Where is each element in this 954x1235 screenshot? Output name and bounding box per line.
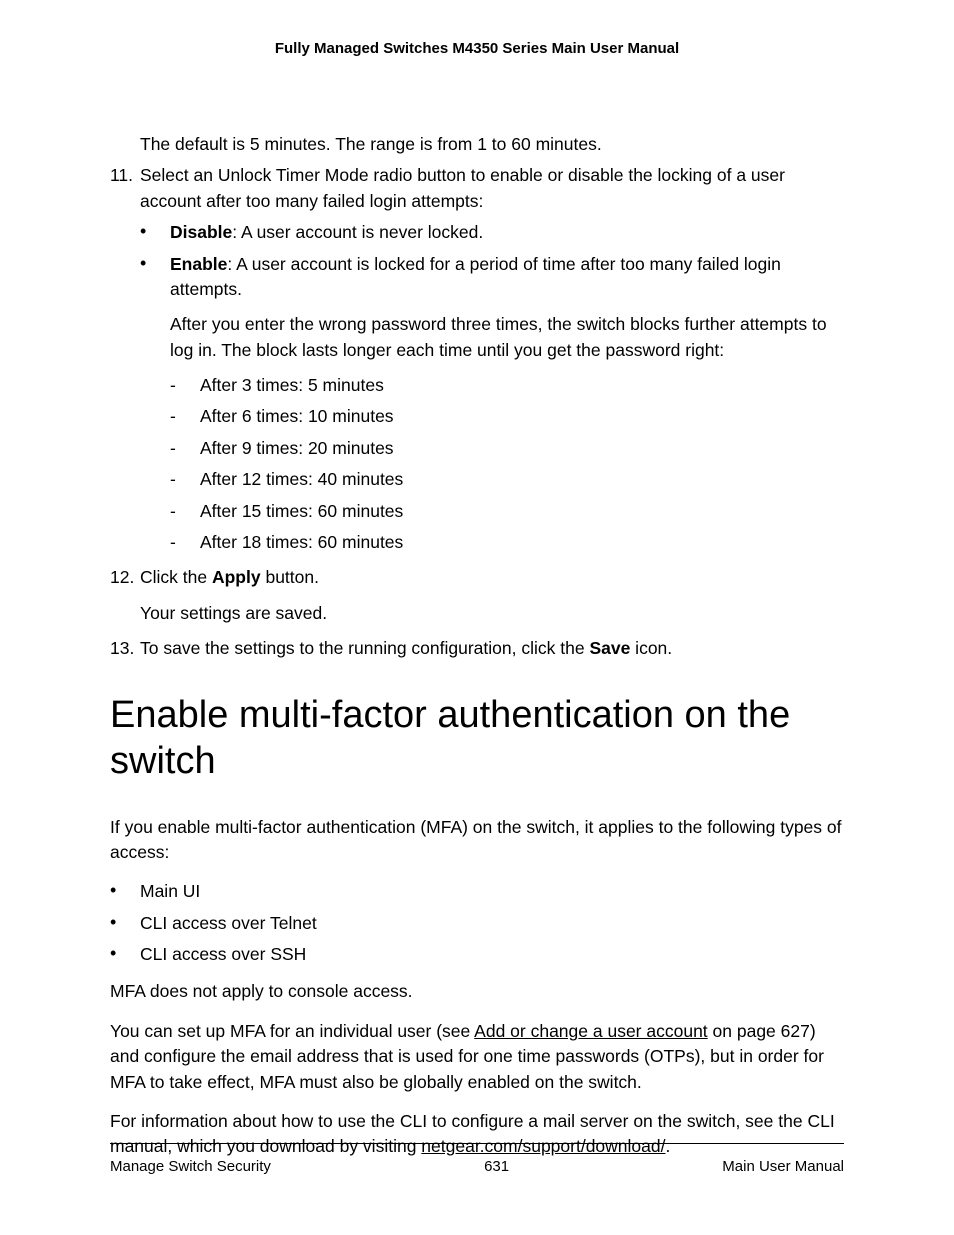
dash-text: After 15 times: 60 minutes (200, 499, 844, 524)
bullet-icon: • (140, 220, 170, 245)
step-11: 11. Select an Unlock Timer Mode radio bu… (110, 163, 844, 214)
page-header-title: Fully Managed Switches M4350 Series Main… (110, 40, 844, 57)
disable-text: : A user account is never locked. (232, 222, 483, 242)
dash-icon: - (170, 373, 200, 398)
body-content: The default is 5 minutes. The range is f… (110, 132, 844, 1160)
dash-item: - After 6 times: 10 minutes (170, 404, 844, 429)
dash-icon: - (170, 467, 200, 492)
enable-label: Enable (170, 254, 227, 274)
footer-left: Manage Switch Security (110, 1158, 271, 1175)
mfa-bullet: • Main UI (110, 879, 844, 904)
dash-text: After 3 times: 5 minutes (200, 373, 844, 398)
bullet-enable: • Enable: A user account is locked for a… (140, 252, 844, 303)
disable-label: Disable (170, 222, 232, 242)
bullet-icon: • (110, 911, 140, 936)
dash-text: After 6 times: 10 minutes (200, 404, 844, 429)
step13-post: icon. (630, 638, 672, 658)
dash-item: - After 3 times: 5 minutes (170, 373, 844, 398)
step12-pre: Click the (140, 567, 212, 587)
bullet-disable: • Disable: A user account is never locke… (140, 220, 844, 245)
bullet-text: Main UI (140, 879, 844, 904)
add-user-link[interactable]: Add or change a user account (474, 1021, 708, 1041)
mfa-setup: You can set up MFA for an individual use… (110, 1019, 844, 1095)
step-13: 13. To save the settings to the running … (110, 636, 844, 661)
enable-paragraph: After you enter the wrong password three… (170, 312, 844, 363)
bullet-text: CLI access over Telnet (140, 911, 844, 936)
mfa-bullet: • CLI access over Telnet (110, 911, 844, 936)
dash-text: After 9 times: 20 minutes (200, 436, 844, 461)
step13-pre: To save the settings to the running conf… (140, 638, 589, 658)
step-number: 12. (110, 565, 140, 590)
bullet-text: Disable: A user account is never locked. (170, 220, 844, 245)
enable-text: : A user account is locked for a period … (170, 254, 781, 299)
step-text: Click the Apply button. (140, 565, 844, 590)
mfa-setup-pre: You can set up MFA for an individual use… (110, 1021, 474, 1041)
mfa-bullet: • CLI access over SSH (110, 942, 844, 967)
step12-post: button. (261, 567, 319, 587)
dash-icon: - (170, 436, 200, 461)
bullet-icon: • (110, 942, 140, 967)
apply-bold: Apply (212, 567, 261, 587)
bullet-icon: • (140, 252, 170, 303)
page-footer: Manage Switch Security 631 Main User Man… (110, 1143, 844, 1175)
bullet-text: CLI access over SSH (140, 942, 844, 967)
dash-icon: - (170, 530, 200, 555)
step-text: To save the settings to the running conf… (140, 636, 844, 661)
footer-right: Main User Manual (722, 1158, 844, 1175)
section-heading: Enable multi-factor authentication on th… (110, 693, 844, 784)
dash-icon: - (170, 404, 200, 429)
dash-icon: - (170, 499, 200, 524)
intro-line: The default is 5 minutes. The range is f… (140, 132, 844, 157)
dash-text: After 18 times: 60 minutes (200, 530, 844, 555)
step-number: 11. (110, 163, 140, 214)
dash-text: After 12 times: 40 minutes (200, 467, 844, 492)
dash-item: - After 12 times: 40 minutes (170, 467, 844, 492)
dash-item: - After 9 times: 20 minutes (170, 436, 844, 461)
bullet-text: Enable: A user account is locked for a p… (170, 252, 844, 303)
save-bold: Save (589, 638, 630, 658)
step-12: 12. Click the Apply button. (110, 565, 844, 590)
step-text: Select an Unlock Timer Mode radio button… (140, 163, 844, 214)
mfa-intro: If you enable multi-factor authenticatio… (110, 815, 844, 866)
mfa-console: MFA does not apply to console access. (110, 979, 844, 1004)
footer-page-number: 631 (484, 1158, 509, 1175)
dash-item: - After 15 times: 60 minutes (170, 499, 844, 524)
bullet-icon: • (110, 879, 140, 904)
step-number: 13. (110, 636, 140, 661)
dash-item: - After 18 times: 60 minutes (170, 530, 844, 555)
step12-result: Your settings are saved. (140, 601, 844, 626)
